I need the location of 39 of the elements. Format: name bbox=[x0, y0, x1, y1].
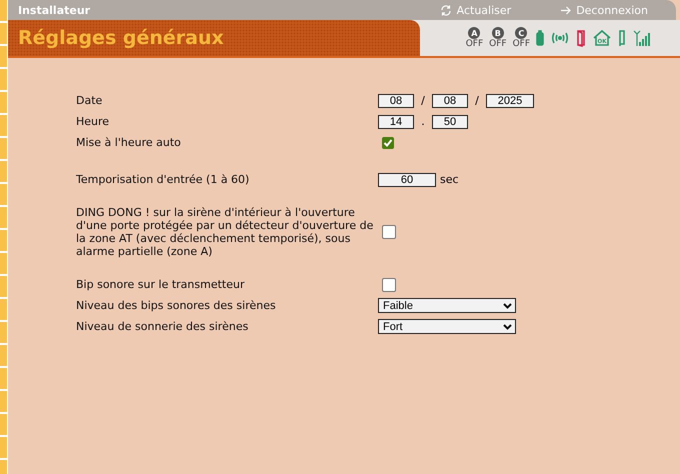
checkbox[interactable] bbox=[382, 136, 394, 148]
signal-icon bbox=[632, 29, 652, 47]
setting-label: Heure bbox=[76, 115, 110, 128]
setting-label: DING DONG ! sur la sirène d'intérieur à l'ouverture d'une porte protégée par un détecteur d'ouverture de la zone AT (avec déclenchement temporisé), sous alarme partielle (zone A) bbox=[76, 206, 374, 258]
setting-label: Temporisation d'entrée (1 à 60) bbox=[76, 173, 250, 186]
zone-state: OFF bbox=[512, 39, 530, 49]
input-field[interactable]: 08 bbox=[378, 94, 414, 108]
arrow-icon bbox=[561, 6, 572, 14]
zone-badge: B bbox=[492, 27, 504, 39]
door-icon bbox=[576, 29, 586, 47]
setting-label: Niveau des bips sonores des sirènes bbox=[76, 299, 277, 312]
zone-badge: A bbox=[468, 27, 480, 39]
checkbox[interactable] bbox=[382, 278, 396, 292]
unit-label: sec bbox=[440, 173, 459, 186]
input-field[interactable]: 50 bbox=[432, 114, 468, 128]
refresh-icon bbox=[440, 4, 452, 16]
zone-badge: C bbox=[515, 27, 528, 39]
input-field[interactable]: 08 bbox=[432, 94, 468, 108]
setting-label: Mise à l'heure auto bbox=[76, 136, 182, 149]
battery-icon bbox=[536, 29, 544, 47]
separator: . bbox=[420, 115, 426, 128]
input-field[interactable]: 2025 bbox=[486, 94, 534, 108]
zone-state: OFF bbox=[489, 39, 507, 49]
dropdown[interactable]: Fort bbox=[378, 319, 516, 334]
input-field[interactable]: 60 bbox=[378, 172, 436, 186]
chevron-icon bbox=[503, 302, 512, 308]
checkbox[interactable] bbox=[382, 225, 396, 239]
contact-icon bbox=[618, 29, 626, 47]
setting-label: Date bbox=[76, 94, 104, 107]
zone-state: OFF bbox=[466, 39, 484, 49]
dropdown[interactable]: Faible bbox=[378, 298, 516, 313]
top-bar-title: Installateur bbox=[18, 4, 92, 16]
setting-label: Niveau de sonnerie des sirènes bbox=[76, 320, 250, 333]
setting-label: Bip sonore sur le transmetteur bbox=[76, 278, 246, 291]
separator: / bbox=[420, 94, 426, 107]
separator: / bbox=[474, 94, 480, 107]
input-field[interactable]: 14 bbox=[378, 114, 414, 128]
chevron-icon bbox=[503, 324, 512, 330]
page-title: Réglages généraux bbox=[18, 27, 224, 49]
